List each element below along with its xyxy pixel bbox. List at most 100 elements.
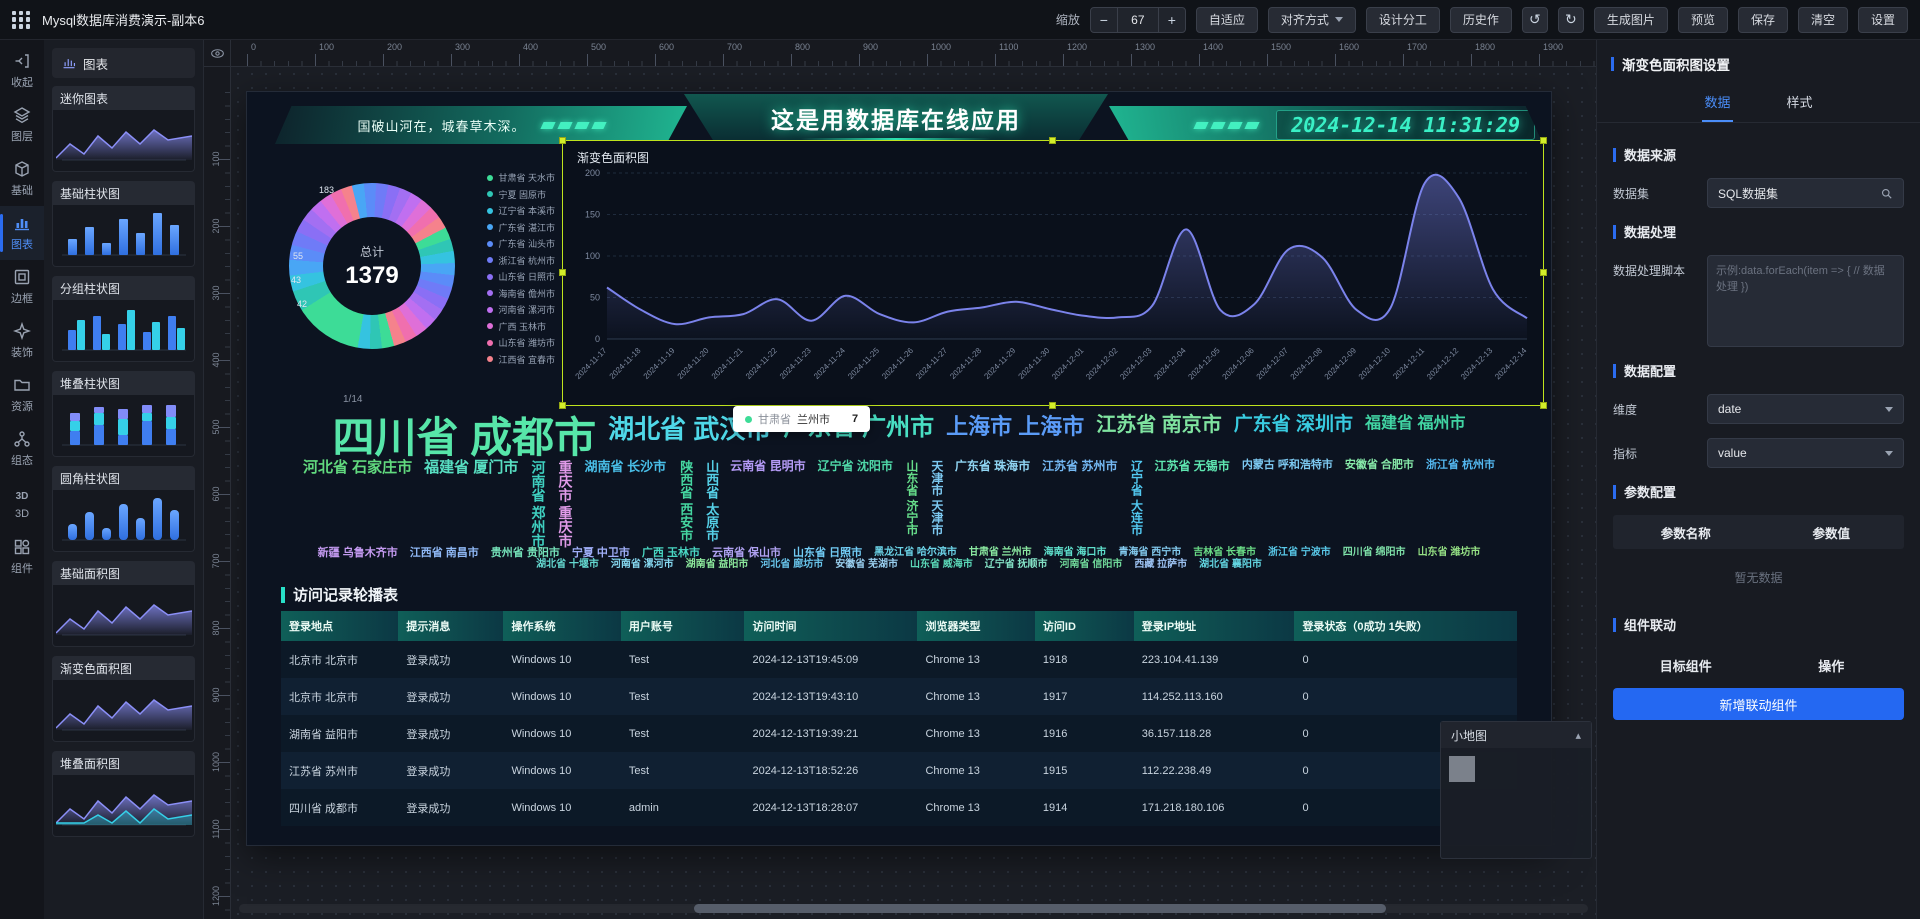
legend-item[interactable]: 山东省 潍坊市 xyxy=(487,336,555,349)
wordcloud-word[interactable]: 上海市 上海市 xyxy=(946,415,1084,460)
chevron-up-icon[interactable]: ▴ xyxy=(1575,729,1581,742)
chart-library-item[interactable]: 圆角柱状图 xyxy=(52,466,195,552)
metric-select[interactable]: value xyxy=(1707,438,1904,468)
fit-button[interactable]: 自适应 xyxy=(1196,7,1258,33)
zoom-in-button[interactable]: + xyxy=(1159,8,1185,32)
zoom-out-button[interactable]: − xyxy=(1091,8,1117,32)
wordcloud-word[interactable]: 山东省 潍坊市 xyxy=(1418,548,1481,560)
wordcloud-word[interactable]: 重庆市 重庆市 xyxy=(557,460,572,548)
carousel-table-component[interactable]: 访问记录轮播表 登录地点提示消息操作系统用户账号访问时间浏览器类型访问ID登录I… xyxy=(281,584,1517,826)
wordcloud-word[interactable]: 安徽省 合肥市 xyxy=(1345,460,1414,548)
chart-library-item[interactable]: 堆叠柱状图 xyxy=(52,371,195,457)
wordcloud-word[interactable]: 河北省 廊坊市 xyxy=(760,560,823,571)
tab-style[interactable]: 样式 xyxy=(1785,86,1815,122)
wordcloud-word[interactable]: 陕西省 西安市 xyxy=(678,460,692,548)
donut-chart-component[interactable]: 总计 1379 甘肃省 天水市宁夏 固原市辽宁省 本溪市广东省 湛江市广东省 汕… xyxy=(281,165,555,405)
toolstrip-item-layers[interactable]: 图层 xyxy=(0,98,44,152)
legend-item[interactable]: 山东省 日照市 xyxy=(487,270,555,283)
add-linkage-button[interactable]: 新增联动组件 xyxy=(1613,688,1904,720)
save-button[interactable]: 保存 xyxy=(1738,7,1788,33)
wordcloud-word[interactable]: 山东省 威海市 xyxy=(910,560,973,571)
wordcloud-word[interactable]: 西藏 拉萨市 xyxy=(1134,560,1187,571)
toolstrip-item-nodes[interactable]: 组态 xyxy=(0,422,44,476)
legend-item[interactable]: 广西 玉林市 xyxy=(487,320,555,333)
legend-item[interactable]: 广东省 汕头市 xyxy=(487,237,555,250)
wordcloud-word[interactable]: 河北省 石家庄市 xyxy=(303,460,412,548)
wordcloud-component[interactable]: 四川省 成都市湖北省 武汉市广东省 广州市上海市 上海市江苏省 南京市广东省 深… xyxy=(281,410,1517,576)
chart-library-item[interactable]: 渐变色面积图 xyxy=(52,656,195,742)
wordcloud-word[interactable]: 河南省 漯河市 xyxy=(611,560,674,571)
horizontal-scrollbar[interactable] xyxy=(239,904,1588,913)
wordcloud-word[interactable]: 福建省 福州市 xyxy=(1365,415,1465,460)
banner-title-component[interactable]: 这是用数据库在线应用 xyxy=(684,94,1108,148)
wordcloud-word[interactable]: 湖南省 益阳市 xyxy=(686,560,749,571)
wordcloud-word[interactable]: 辽宁省 沈阳市 xyxy=(818,460,893,548)
chart-library-item[interactable]: 堆叠面积图 xyxy=(52,751,195,837)
clear-button[interactable]: 清空 xyxy=(1798,7,1848,33)
minimap-header[interactable]: 小地图 ▴ xyxy=(1441,722,1591,748)
legend-item[interactable]: 辽宁省 本溪市 xyxy=(487,204,555,217)
toolstrip-item-sparkle[interactable]: 装饰 xyxy=(0,314,44,368)
undo-button[interactable]: ↺ xyxy=(1522,7,1548,33)
legend-item[interactable]: 浙江省 杭州市 xyxy=(487,254,555,267)
align-button[interactable]: 对齐方式 xyxy=(1268,7,1356,33)
settings-button[interactable]: 设置 xyxy=(1858,7,1908,33)
wordcloud-word[interactable]: 广东省 深圳市 xyxy=(1234,415,1353,460)
wordcloud-word[interactable]: 江苏省 苏州市 xyxy=(1042,460,1117,548)
wordcloud-word[interactable]: 浙江省 杭州市 xyxy=(1426,460,1495,548)
banner-right-decoration[interactable]: 2024-12-14 11:31:29 xyxy=(1109,106,1543,144)
chart-library-item[interactable]: 迷你图表 xyxy=(52,86,195,172)
wordcloud-word[interactable]: 江苏省 南京市 xyxy=(1096,415,1222,460)
chart-library-item[interactable]: 分组柱状图 xyxy=(52,276,195,362)
chart-library-item[interactable]: 基础柱状图 xyxy=(52,181,195,267)
redo-button[interactable]: ↻ xyxy=(1558,7,1584,33)
toolstrip-item-folder[interactable]: 资源 xyxy=(0,368,44,422)
wordcloud-word[interactable]: 安徽省 芜湖市 xyxy=(835,560,898,571)
legend-item[interactable]: 宁夏 固原市 xyxy=(487,188,555,201)
wordcloud-word[interactable]: 河南省 郑州市 xyxy=(530,460,545,548)
design-button[interactable]: 设计分工 xyxy=(1366,7,1440,33)
dashboard-artboard[interactable]: 国破山河在，城春草木深。 这是用数据库在线应用 2024-12-14 11:31… xyxy=(247,92,1551,845)
toolstrip-item-collapse[interactable]: 收起 xyxy=(0,44,44,98)
wordcloud-word[interactable]: 辽宁省 抚顺市 xyxy=(985,560,1048,571)
wordcloud-word[interactable]: 河南省 信阳市 xyxy=(1060,560,1123,571)
dimension-select[interactable]: date xyxy=(1707,394,1904,424)
scrollbar-thumb[interactable] xyxy=(694,904,1386,913)
preview-button[interactable]: 预览 xyxy=(1678,7,1728,33)
legend-item[interactable]: 甘肃省 天水市 xyxy=(487,171,555,184)
wordcloud-word[interactable]: 江苏省 无锡市 xyxy=(1154,460,1229,548)
history-button[interactable]: 历史作 xyxy=(1450,7,1512,33)
wordcloud-word[interactable]: 辽宁省 大连市 xyxy=(1130,460,1143,548)
toolstrip-item-cube[interactable]: 基础 xyxy=(0,152,44,206)
wordcloud-word[interactable]: 新疆 乌鲁木齐市 xyxy=(318,548,398,560)
apps-grid-icon[interactable] xyxy=(12,11,30,29)
wordcloud-word[interactable]: 天津市 天津市 xyxy=(930,460,943,548)
wordcloud-word[interactable]: 福建省 厦门市 xyxy=(424,460,518,548)
wordcloud-word[interactable]: 山东省 济宁市 xyxy=(905,460,918,548)
wordcloud-word[interactable]: 云南省 昆明市 xyxy=(730,460,805,548)
wordcloud-word[interactable]: 四川省 成都市 xyxy=(333,415,597,460)
design-canvas[interactable]: 国破山河在，城春草木深。 这是用数据库在线应用 2024-12-14 11:31… xyxy=(231,67,1596,919)
wordcloud-word[interactable]: 四川省 绵阳市 xyxy=(1343,548,1406,560)
toolstrip-item-threed[interactable]: 3D3D xyxy=(0,476,44,530)
legend-item[interactable]: 河南省 漯河市 xyxy=(487,303,555,316)
wordcloud-word[interactable]: 山西省 太原市 xyxy=(704,460,718,548)
toolstrip-item-chart[interactable]: 图表 xyxy=(0,206,44,260)
wordcloud-word[interactable]: 湖南省 长沙市 xyxy=(585,460,667,548)
dataset-select[interactable]: SQL数据集 xyxy=(1707,178,1904,208)
chart-library-item[interactable]: 基础面积图 xyxy=(52,561,195,647)
legend-pagination[interactable]: 1/14 xyxy=(343,394,362,405)
banner-left-decoration[interactable]: 国破山河在，城春草木深。 xyxy=(275,106,687,144)
toolstrip-item-frame[interactable]: 边框 xyxy=(0,260,44,314)
tab-data[interactable]: 数据 xyxy=(1702,86,1732,122)
ruler-corner[interactable] xyxy=(204,40,231,67)
toolstrip-item-widgets[interactable]: 组件 xyxy=(0,530,44,584)
legend-item[interactable]: 海南省 儋州市 xyxy=(487,287,555,300)
script-textarea[interactable] xyxy=(1707,255,1904,347)
gradient-area-chart-component[interactable]: 渐变色面积图 050100150200 2024-11-172024-11-18… xyxy=(563,141,1543,405)
legend-item[interactable]: 江西省 宜春市 xyxy=(487,353,555,366)
wordcloud-word[interactable]: 浙江省 宁波市 xyxy=(1268,548,1331,560)
minimap-viewport[interactable] xyxy=(1449,756,1475,782)
wordcloud-word[interactable]: 湖北省 十堰市 xyxy=(536,560,599,571)
wordcloud-word[interactable]: 江西省 南昌市 xyxy=(410,548,479,560)
